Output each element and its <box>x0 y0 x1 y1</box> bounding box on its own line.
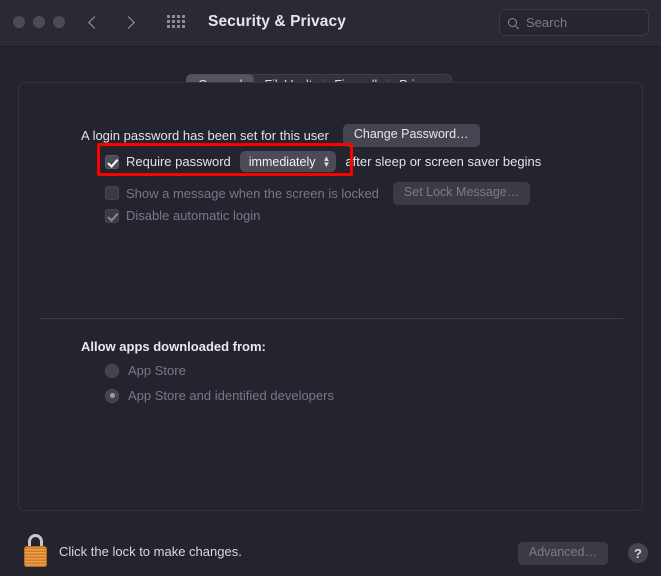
minimize-button[interactable] <box>33 16 45 28</box>
show-lock-message-label: Show a message when the screen is locked <box>126 185 379 201</box>
general-settings-panel: A login password has been set for this u… <box>18 82 643 511</box>
set-lock-message-button[interactable]: Set Lock Message… <box>392 182 531 205</box>
show-all-grid-icon[interactable] <box>167 15 185 31</box>
lock-icon[interactable] <box>22 534 49 567</box>
require-password-suffix-label: after sleep or screen saver begins <box>345 154 542 169</box>
allow-apps-option-identified-developers[interactable]: App Store and identified developers <box>105 388 334 403</box>
allow-apps-option-app-store[interactable]: App Store <box>105 363 186 378</box>
search-placeholder: Search <box>526 15 568 30</box>
chevron-updown-icon: ▲ ▼ <box>322 153 331 169</box>
zoom-button[interactable] <box>53 16 65 28</box>
lock-body <box>24 546 47 567</box>
section-divider <box>39 318 623 319</box>
change-password-button[interactable]: Change Password… <box>342 124 480 147</box>
search-icon <box>508 17 520 29</box>
require-password-checkbox[interactable] <box>105 154 119 169</box>
login-password-row: A login password has been set for this u… <box>81 124 480 147</box>
show-lock-message-checkbox[interactable] <box>105 186 119 201</box>
navigation-arrows <box>88 11 138 35</box>
allow-apps-title: Allow apps downloaded from: <box>81 339 266 354</box>
identified-developers-radio[interactable] <box>105 388 119 403</box>
search-field[interactable]: Search <box>499 9 649 36</box>
forward-chevron-icon[interactable] <box>124 11 138 35</box>
identified-developers-label: App Store and identified developers <box>128 388 334 403</box>
login-password-status-text: A login password has been set for this u… <box>81 127 329 143</box>
app-store-radio[interactable] <box>105 363 119 378</box>
security-privacy-window: Security & Privacy Search General FileVa… <box>0 0 661 576</box>
page-title: Security & Privacy <box>208 13 346 30</box>
require-password-delay-select[interactable]: immediately ▲ ▼ <box>239 151 337 172</box>
disable-automatic-login-row: Disable automatic login <box>105 208 260 223</box>
lock-hint-text: Click the lock to make changes. <box>59 544 242 559</box>
require-password-label: Require password <box>126 154 231 169</box>
traffic-lights <box>13 16 65 28</box>
close-button[interactable] <box>13 16 25 28</box>
help-button[interactable]: ? <box>628 543 648 563</box>
show-lock-message-row: Show a message when the screen is locked… <box>105 182 531 205</box>
allow-apps-title-row: Allow apps downloaded from: <box>81 339 266 354</box>
app-store-label: App Store <box>128 363 186 378</box>
require-password-delay-value: immediately <box>248 154 316 169</box>
back-chevron-icon[interactable] <box>88 11 102 35</box>
disable-automatic-login-checkbox[interactable] <box>105 208 119 223</box>
require-password-row: Require password immediately ▲ ▼ after sl… <box>105 151 541 172</box>
window-toolbar: Security & Privacy Search <box>0 0 661 47</box>
advanced-button[interactable]: Advanced… <box>517 542 608 565</box>
disable-automatic-login-label: Disable automatic login <box>126 208 261 223</box>
